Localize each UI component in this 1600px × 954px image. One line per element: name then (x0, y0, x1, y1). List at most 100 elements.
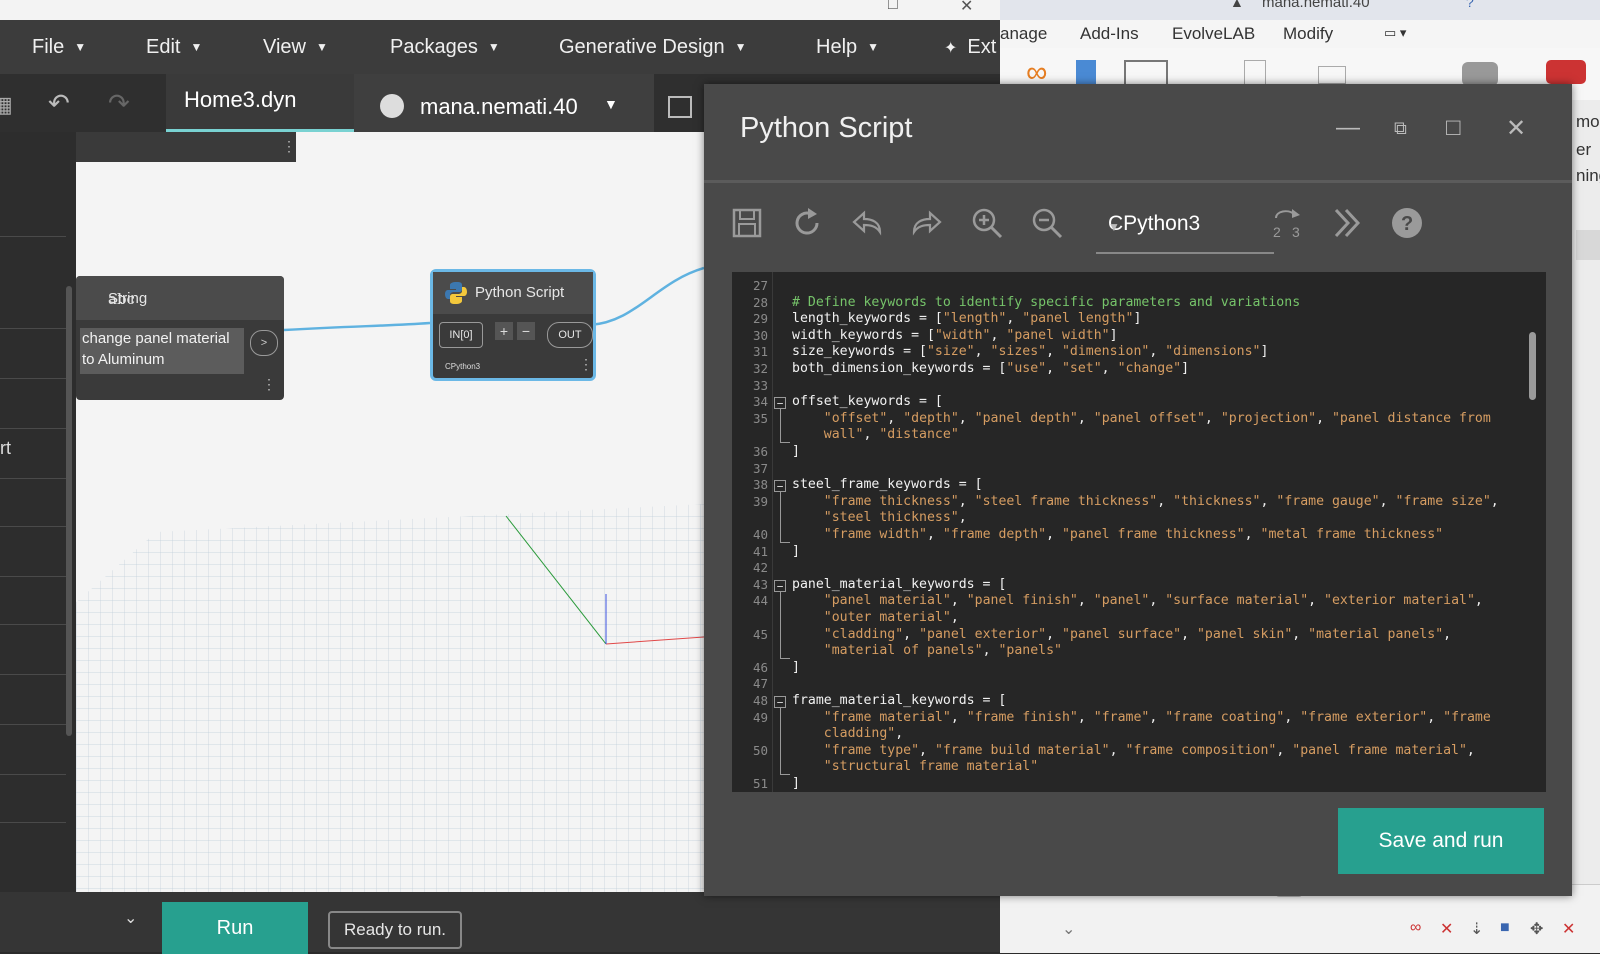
editor-divider (704, 180, 1572, 183)
restore-icon[interactable]: □ (888, 0, 898, 14)
code-editor[interactable]: 27 28 # Define keywords to identify specif… (732, 272, 1546, 792)
close-icon[interactable]: ✕ (1506, 114, 1526, 143)
ribbon-tab-modify[interactable]: Modify (1283, 24, 1333, 44)
zoom-out-icon[interactable] (1030, 206, 1064, 240)
library-item-label[interactable]: rt (0, 438, 11, 459)
library-divider (0, 378, 66, 379)
library-scrollbar[interactable] (66, 286, 72, 736)
library-divider (0, 236, 66, 237)
menu-help[interactable]: Help ▼ (816, 36, 879, 59)
fold-guide (780, 591, 781, 659)
redo-icon[interactable]: ↷ (108, 88, 130, 119)
engine-select[interactable]: CPython3 ▼ (1096, 208, 1274, 254)
save-and-run-button[interactable]: Save and run (1338, 808, 1544, 874)
code-line: frame_material_keywords = [ (792, 693, 1007, 708)
zoom-in-icon[interactable] (970, 206, 1004, 240)
worksets-icon[interactable]: ✕ (1440, 919, 1453, 939)
menu-generative-design[interactable]: Generative Design ▼ (559, 36, 747, 59)
ribbon-tab-addins[interactable]: Add-Ins (1080, 24, 1139, 44)
library-divider (0, 526, 66, 527)
library-panel: rt (0, 132, 76, 892)
chevron-down-icon: ⌄ (124, 910, 138, 927)
add-input-button[interactable]: + (495, 322, 513, 340)
ribbon-tab-evolvelab[interactable]: EvolveLAB (1172, 24, 1255, 44)
fold-toggle[interactable]: − (774, 480, 786, 493)
string-value[interactable]: change panel material to Aluminum (80, 328, 244, 374)
fold-guide-end (780, 442, 790, 444)
line-number: 36 (752, 444, 768, 459)
remove-input-button[interactable]: − (517, 322, 535, 340)
revert-icon[interactable] (790, 206, 824, 240)
output-port[interactable]: OUT (547, 322, 593, 348)
save-icon[interactable] (730, 206, 764, 240)
library-divider (0, 624, 66, 625)
graph-canvas[interactable]: ⋮ abc String change panel material to Al… (76, 132, 704, 892)
python-script-node[interactable]: Python Script IN[0] + − OUT CPython3 ⋮ (430, 269, 596, 381)
node-menu-icon[interactable]: ⋮ (282, 138, 296, 155)
quick-access-dropdown-icon[interactable]: ▭ ▾ (1384, 25, 1406, 41)
revit-user-name[interactable]: mana.nemati.40 (1262, 0, 1370, 11)
line-number: 49 (752, 709, 768, 725)
more-icon[interactable] (1330, 206, 1364, 240)
menu-packages[interactable]: Packages ▼ (390, 36, 500, 59)
maximize-icon[interactable]: □ (1446, 114, 1461, 142)
line-number: 42 (752, 560, 768, 576)
fold-toggle[interactable]: − (774, 397, 786, 410)
ribbon-tab-manage[interactable]: anage (1000, 24, 1047, 44)
menu-file[interactable]: File ▼ (32, 36, 86, 59)
caret-down-icon: ▼ (867, 40, 880, 54)
string-node[interactable]: abc String change panel material to Alum… (76, 276, 284, 400)
code-line: offset_keywords = [ (792, 394, 943, 410)
code-line: "panel material", "panel finish", "panel… (823, 593, 1483, 609)
help-icon[interactable]: ? (1390, 206, 1424, 240)
grid-icon[interactable] (1318, 66, 1346, 84)
code-line: "frame material", "frame finish", "frame… (823, 709, 1491, 725)
restore-icon[interactable]: ⧉ (1394, 118, 1407, 139)
migration-icon[interactable]: 2 3 (1270, 206, 1308, 240)
input-port[interactable]: IN[0] (439, 322, 483, 348)
redo-icon[interactable] (910, 206, 944, 240)
run-mode-select[interactable]: ⌄ (0, 892, 144, 952)
link-status-icon[interactable]: ∞ (1410, 919, 1421, 937)
undo-icon[interactable] (850, 206, 884, 240)
image-export-icon[interactable] (668, 96, 692, 118)
output-port[interactable]: > (250, 330, 278, 356)
menu-extensions[interactable]: ✦ Ext (944, 36, 996, 59)
line-number: 35 (752, 410, 768, 426)
node-partial[interactable]: ⋮ (76, 132, 296, 162)
revit-side-text-2: er (1576, 140, 1592, 159)
drag-icon[interactable]: ✕ (1562, 919, 1575, 939)
schedule-icon[interactable] (1076, 60, 1096, 84)
menu-view[interactable]: View ▼ (263, 36, 328, 59)
node-menu-icon[interactable]: ⋮ (262, 376, 276, 393)
tab-home3[interactable]: Home3.dyn (166, 74, 354, 135)
fold-toggle[interactable]: − (774, 579, 786, 592)
library-divider (0, 724, 66, 725)
view-icon[interactable] (1244, 60, 1266, 86)
save-icon[interactable]: ▦ (0, 92, 13, 118)
stack-icon[interactable] (1546, 60, 1586, 84)
run-button[interactable]: Run (162, 902, 308, 954)
node-menu-icon[interactable]: ⋮ (579, 356, 593, 373)
code-line: "structural frame material" (823, 759, 1039, 775)
code-scrollbar[interactable] (1529, 332, 1536, 400)
revit-side-text-3: ning (1576, 166, 1600, 185)
move-icon[interactable]: ✥ (1530, 919, 1543, 939)
caret-down-icon: ▼ (734, 40, 747, 54)
minimize-icon[interactable]: — (1336, 114, 1360, 142)
undo-icon[interactable]: ↶ (48, 88, 70, 119)
line-number: 32 (752, 361, 768, 376)
chevron-down-icon[interactable]: ⌄ (1062, 919, 1075, 939)
model-icon[interactable] (1462, 62, 1498, 86)
close-icon[interactable]: ✕ (960, 0, 973, 16)
library-divider (0, 822, 66, 823)
code-line: "steel thickness", (823, 510, 967, 526)
user-account[interactable]: mana.nemati.40 ▼ (354, 74, 654, 132)
help-icon[interactable]: ? (1466, 0, 1474, 10)
line-number: 33 (752, 377, 768, 393)
filter-icon[interactable]: ⇣ (1470, 919, 1483, 939)
select-icon[interactable]: ■ (1500, 919, 1510, 937)
fold-toggle[interactable]: − (774, 696, 786, 708)
menu-edit[interactable]: Edit ▼ (146, 36, 202, 59)
fold-guide-end (780, 774, 790, 776)
